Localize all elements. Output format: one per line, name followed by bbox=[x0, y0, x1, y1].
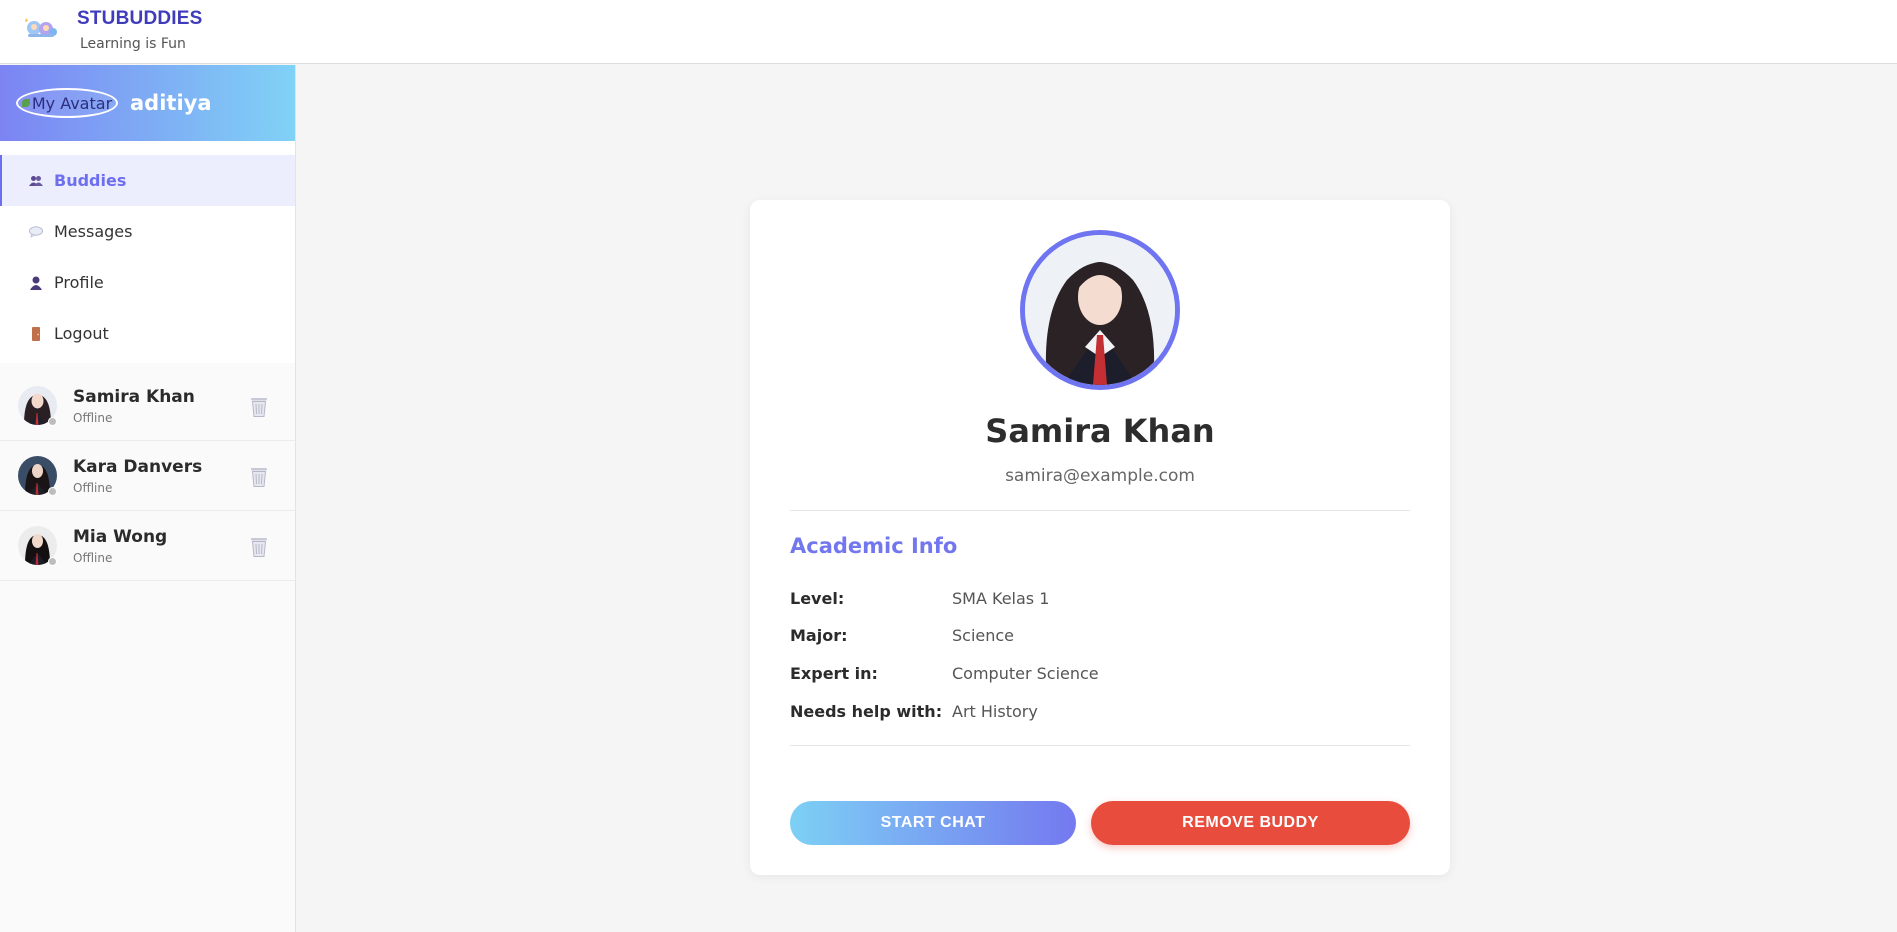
sidebar-item-label: Buddies bbox=[54, 171, 127, 190]
info-value: Art History bbox=[952, 702, 1038, 721]
divider bbox=[790, 745, 1410, 746]
brand-tagline: Learning is Fun bbox=[80, 36, 186, 52]
info-value: Computer Science bbox=[952, 664, 1099, 683]
remove-buddy-button[interactable]: REMOVE BUDDY bbox=[1091, 801, 1410, 845]
info-label: Level: bbox=[790, 589, 845, 608]
door-icon bbox=[28, 326, 44, 342]
list-item[interactable]: Samira Khan Offline bbox=[0, 371, 295, 441]
start-chat-button[interactable]: START CHAT bbox=[790, 801, 1076, 845]
buddy-name: Mia Wong bbox=[73, 526, 168, 547]
brand-title[interactable]: STUBUDDIES bbox=[77, 8, 203, 30]
avatar-alt-text: My Avatar bbox=[31, 93, 113, 113]
buddy-info: Mia Wong Offline bbox=[73, 527, 167, 565]
buddy-profile-card: Samira Khan samira@example.com Academic … bbox=[750, 200, 1450, 875]
info-label: Expert in: bbox=[790, 664, 878, 683]
info-label: Major: bbox=[790, 626, 848, 645]
user-bar: My Avatar aditiya bbox=[0, 65, 295, 141]
kids-logo-icon[interactable] bbox=[22, 12, 60, 40]
buddy-status: Offline bbox=[73, 480, 113, 495]
trash-icon[interactable] bbox=[248, 465, 270, 489]
current-user-name: aditiya bbox=[130, 91, 212, 115]
buddy-name: Kara Danvers bbox=[73, 456, 203, 477]
trash-icon[interactable] bbox=[248, 395, 270, 419]
info-value: SMA Kelas 1 bbox=[952, 589, 1050, 608]
profile-name: Samira Khan bbox=[985, 412, 1215, 450]
status-dot bbox=[48, 417, 57, 426]
info-value: Science bbox=[952, 626, 1015, 645]
broken-image-icon bbox=[21, 99, 30, 107]
status-dot bbox=[48, 557, 57, 566]
sidebar-item-logout[interactable]: Logout bbox=[0, 308, 295, 359]
status-dot bbox=[48, 487, 57, 496]
sidebar-item-buddies[interactable]: Buddies bbox=[0, 155, 295, 206]
profile-photo bbox=[1020, 230, 1180, 390]
buddy-status: Offline bbox=[73, 550, 113, 565]
sidebar: My Avatar aditiya Buddies Messages Profi… bbox=[0, 65, 296, 932]
info-label: Needs help with: bbox=[790, 702, 943, 721]
profile-email: samira@example.com bbox=[1005, 466, 1195, 486]
sidebar-item-messages[interactable]: Messages bbox=[0, 206, 295, 257]
buddy-list: Samira Khan Offline Kara Danvers Offline… bbox=[0, 371, 295, 581]
sidebar-item-profile[interactable]: Profile bbox=[0, 257, 295, 308]
sidebar-item-label: Logout bbox=[54, 324, 109, 343]
sidebar-nav: Buddies Messages Profile Logout bbox=[0, 141, 295, 363]
sidebar-item-label: Messages bbox=[54, 222, 133, 241]
list-item[interactable]: Mia Wong Offline bbox=[0, 511, 295, 581]
sidebar-item-label: Profile bbox=[54, 273, 104, 292]
buddy-info: Kara Danvers Offline bbox=[73, 457, 202, 495]
section-title-academic-info: Academic Info bbox=[790, 534, 958, 558]
buddies-icon bbox=[28, 173, 44, 189]
list-item[interactable]: Kara Danvers Offline bbox=[0, 441, 295, 511]
buddy-name: Samira Khan bbox=[73, 386, 195, 407]
speech-bubble-icon bbox=[28, 224, 44, 240]
buddy-info: Samira Khan Offline bbox=[73, 387, 195, 425]
top-header: STUBUDDIES Learning is Fun bbox=[0, 0, 1897, 64]
person-icon bbox=[28, 275, 44, 291]
my-avatar[interactable]: My Avatar bbox=[16, 88, 118, 118]
divider bbox=[790, 510, 1410, 511]
buddy-status: Offline bbox=[73, 410, 113, 425]
trash-icon[interactable] bbox=[248, 535, 270, 559]
